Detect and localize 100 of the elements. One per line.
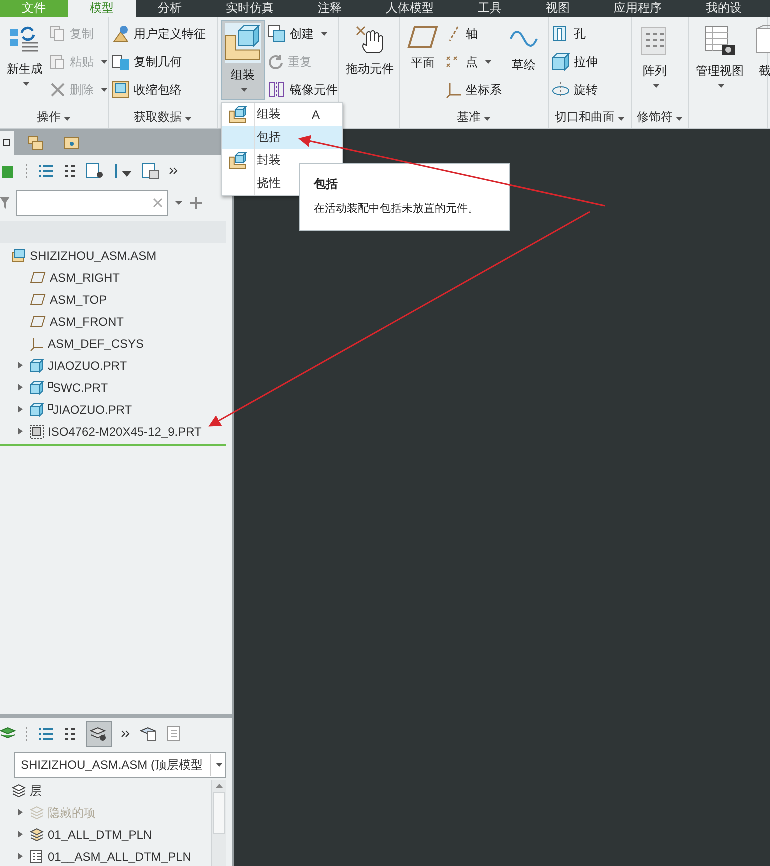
caret-icon xyxy=(321,32,328,36)
expand-arrow-icon[interactable] xyxy=(18,830,23,838)
create-icon xyxy=(268,25,286,43)
expand-arrow-icon[interactable] xyxy=(18,852,23,860)
ribbon-button[interactable]: 收缩包络 xyxy=(112,79,206,101)
group-label[interactable]: 获取数据 xyxy=(109,107,217,128)
ribbon-tab[interactable]: 我的设 xyxy=(684,0,764,17)
show-layers-button[interactable] xyxy=(86,721,112,747)
extrude-icon xyxy=(552,53,570,71)
more-icon xyxy=(121,729,131,739)
caret-icon xyxy=(618,117,625,121)
ribbon-button[interactable]: 用户定义特征 xyxy=(112,23,206,45)
list-icon xyxy=(38,726,54,742)
tree-item[interactable]: ISO4762-M20X45-12_9.PRT xyxy=(48,425,202,439)
caret-icon xyxy=(174,199,184,207)
tree-item[interactable]: ASM_FRONT xyxy=(50,315,124,329)
shrinkwrap-icon xyxy=(112,81,130,99)
expand-arrow-icon[interactable] xyxy=(18,362,23,368)
part-icon xyxy=(30,359,44,373)
ribbon-button[interactable]: 阵列 xyxy=(635,20,675,100)
tree-item[interactable]: ASM_DEF_CSYS xyxy=(48,337,144,351)
layers-eye-icon xyxy=(90,726,108,742)
ribbon-tab[interactable]: 注释 xyxy=(296,0,364,17)
copy-icon xyxy=(50,26,66,42)
datum-plane-icon xyxy=(30,272,46,284)
layer-item[interactable]: 层 xyxy=(30,782,42,800)
datum-plane-icon xyxy=(30,294,46,306)
layer-properties-icon xyxy=(140,726,158,742)
mirror-icon xyxy=(268,81,286,99)
ribbon-tab[interactable]: 实时仿真 xyxy=(204,0,296,17)
group-label[interactable]: 切口和曲面 xyxy=(549,107,631,128)
part-icon xyxy=(30,403,44,417)
tree-item[interactable]: SHIZIZHOU_ASM.ASM xyxy=(30,249,157,263)
columns-icon xyxy=(86,163,104,179)
tooltip: 包括 在活动装配中包括未放置的元件。 xyxy=(299,163,510,231)
plane-icon xyxy=(407,25,439,49)
ribbon-tab[interactable]: 分析 xyxy=(136,0,204,17)
ribbon-button[interactable]: 平面 xyxy=(403,20,443,100)
ribbon-tab[interactable]: 工具 xyxy=(456,0,524,17)
menu-item[interactable]: 包括 xyxy=(222,126,342,149)
ribbon-button[interactable]: 点 xyxy=(446,51,502,73)
layer-item[interactable]: 01__ASM_ALL_DTM_PLN xyxy=(48,850,192,864)
expand-arrow-icon[interactable] xyxy=(18,406,23,412)
group-label[interactable]: 基准 xyxy=(400,107,548,128)
ribbon-button[interactable]: 复制几何 xyxy=(112,51,206,73)
tree-item[interactable]: JIAOZUO.PRT xyxy=(48,359,128,373)
model-select[interactable]: SHIZIZHOU_ASM.ASM (顶层模型 xyxy=(14,752,226,778)
ribbon-button[interactable]: 拉伸 xyxy=(552,51,598,73)
ribbon-button[interactable]: 组装 xyxy=(221,20,265,100)
ribbon-tab[interactable]: 视图 xyxy=(524,0,592,17)
part-icon xyxy=(30,425,44,439)
caret-icon xyxy=(718,84,725,88)
search-field[interactable] xyxy=(16,190,168,216)
ribbon-button[interactable]: 新生成 xyxy=(3,20,47,100)
assembly-icon xyxy=(12,249,26,263)
ribbon-tab[interactable]: 模型 xyxy=(68,0,136,17)
layer-item[interactable]: 01_ALL_DTM_PLN xyxy=(48,828,152,842)
copy-geometry-icon xyxy=(112,53,130,71)
tree-item[interactable]: JIAOZUO.PRT xyxy=(53,403,132,417)
delete-icon xyxy=(50,82,66,98)
clear-icon xyxy=(153,198,163,208)
caret-icon xyxy=(676,117,683,121)
repeat-icon xyxy=(268,54,284,70)
part-icon xyxy=(30,381,44,395)
ribbon-button[interactable]: 旋转 xyxy=(552,79,598,101)
expand-arrow-icon[interactable] xyxy=(18,384,23,390)
coordinate-system-icon xyxy=(30,337,44,351)
tree-item[interactable]: SWC.PRT xyxy=(53,381,108,395)
expand-arrow-icon[interactable] xyxy=(18,428,23,434)
layers-icon xyxy=(12,784,26,798)
caret-icon xyxy=(241,88,248,92)
ribbon-tab[interactable]: 应用程序 xyxy=(592,0,684,17)
tree-tab-icon xyxy=(3,139,11,147)
ribbon-button[interactable]: 拖动元件 xyxy=(342,20,398,100)
part-icon xyxy=(0,163,16,179)
caret-icon xyxy=(185,117,192,121)
filter-icon xyxy=(113,163,133,179)
assemble-icon xyxy=(229,152,247,170)
caret-icon xyxy=(101,88,108,92)
coordinate-system-icon xyxy=(446,82,462,98)
hand-icon xyxy=(355,25,385,55)
group-label[interactable]: 修饰符 xyxy=(632,107,688,128)
ribbon-button[interactable]: 创建 xyxy=(268,23,338,45)
scrollbar[interactable] xyxy=(211,780,226,866)
ribbon-button[interactable]: 轴 xyxy=(446,23,502,45)
favorites-folder-icon xyxy=(64,136,80,150)
ribbon-tab[interactable]: 人体模型 xyxy=(364,0,456,17)
caret-icon xyxy=(216,763,223,767)
caret-icon xyxy=(484,117,491,121)
ribbon-button[interactable]: 草绘 xyxy=(505,20,543,100)
ribbon-button[interactable]: 管理视图 xyxy=(692,20,748,100)
tree-item[interactable]: ASM_TOP xyxy=(50,293,108,307)
ribbon-button[interactable]: 坐标系 xyxy=(446,79,502,101)
table-icon xyxy=(142,163,160,179)
ribbon-button[interactable]: 镜像元件 xyxy=(268,79,338,101)
tree-item[interactable]: ASM_RIGHT xyxy=(50,271,120,285)
grip-icon xyxy=(25,163,29,179)
group-label[interactable]: 操作 xyxy=(0,107,108,128)
ribbon-button[interactable]: 孔 xyxy=(552,23,598,45)
user-feature-icon xyxy=(112,25,130,43)
